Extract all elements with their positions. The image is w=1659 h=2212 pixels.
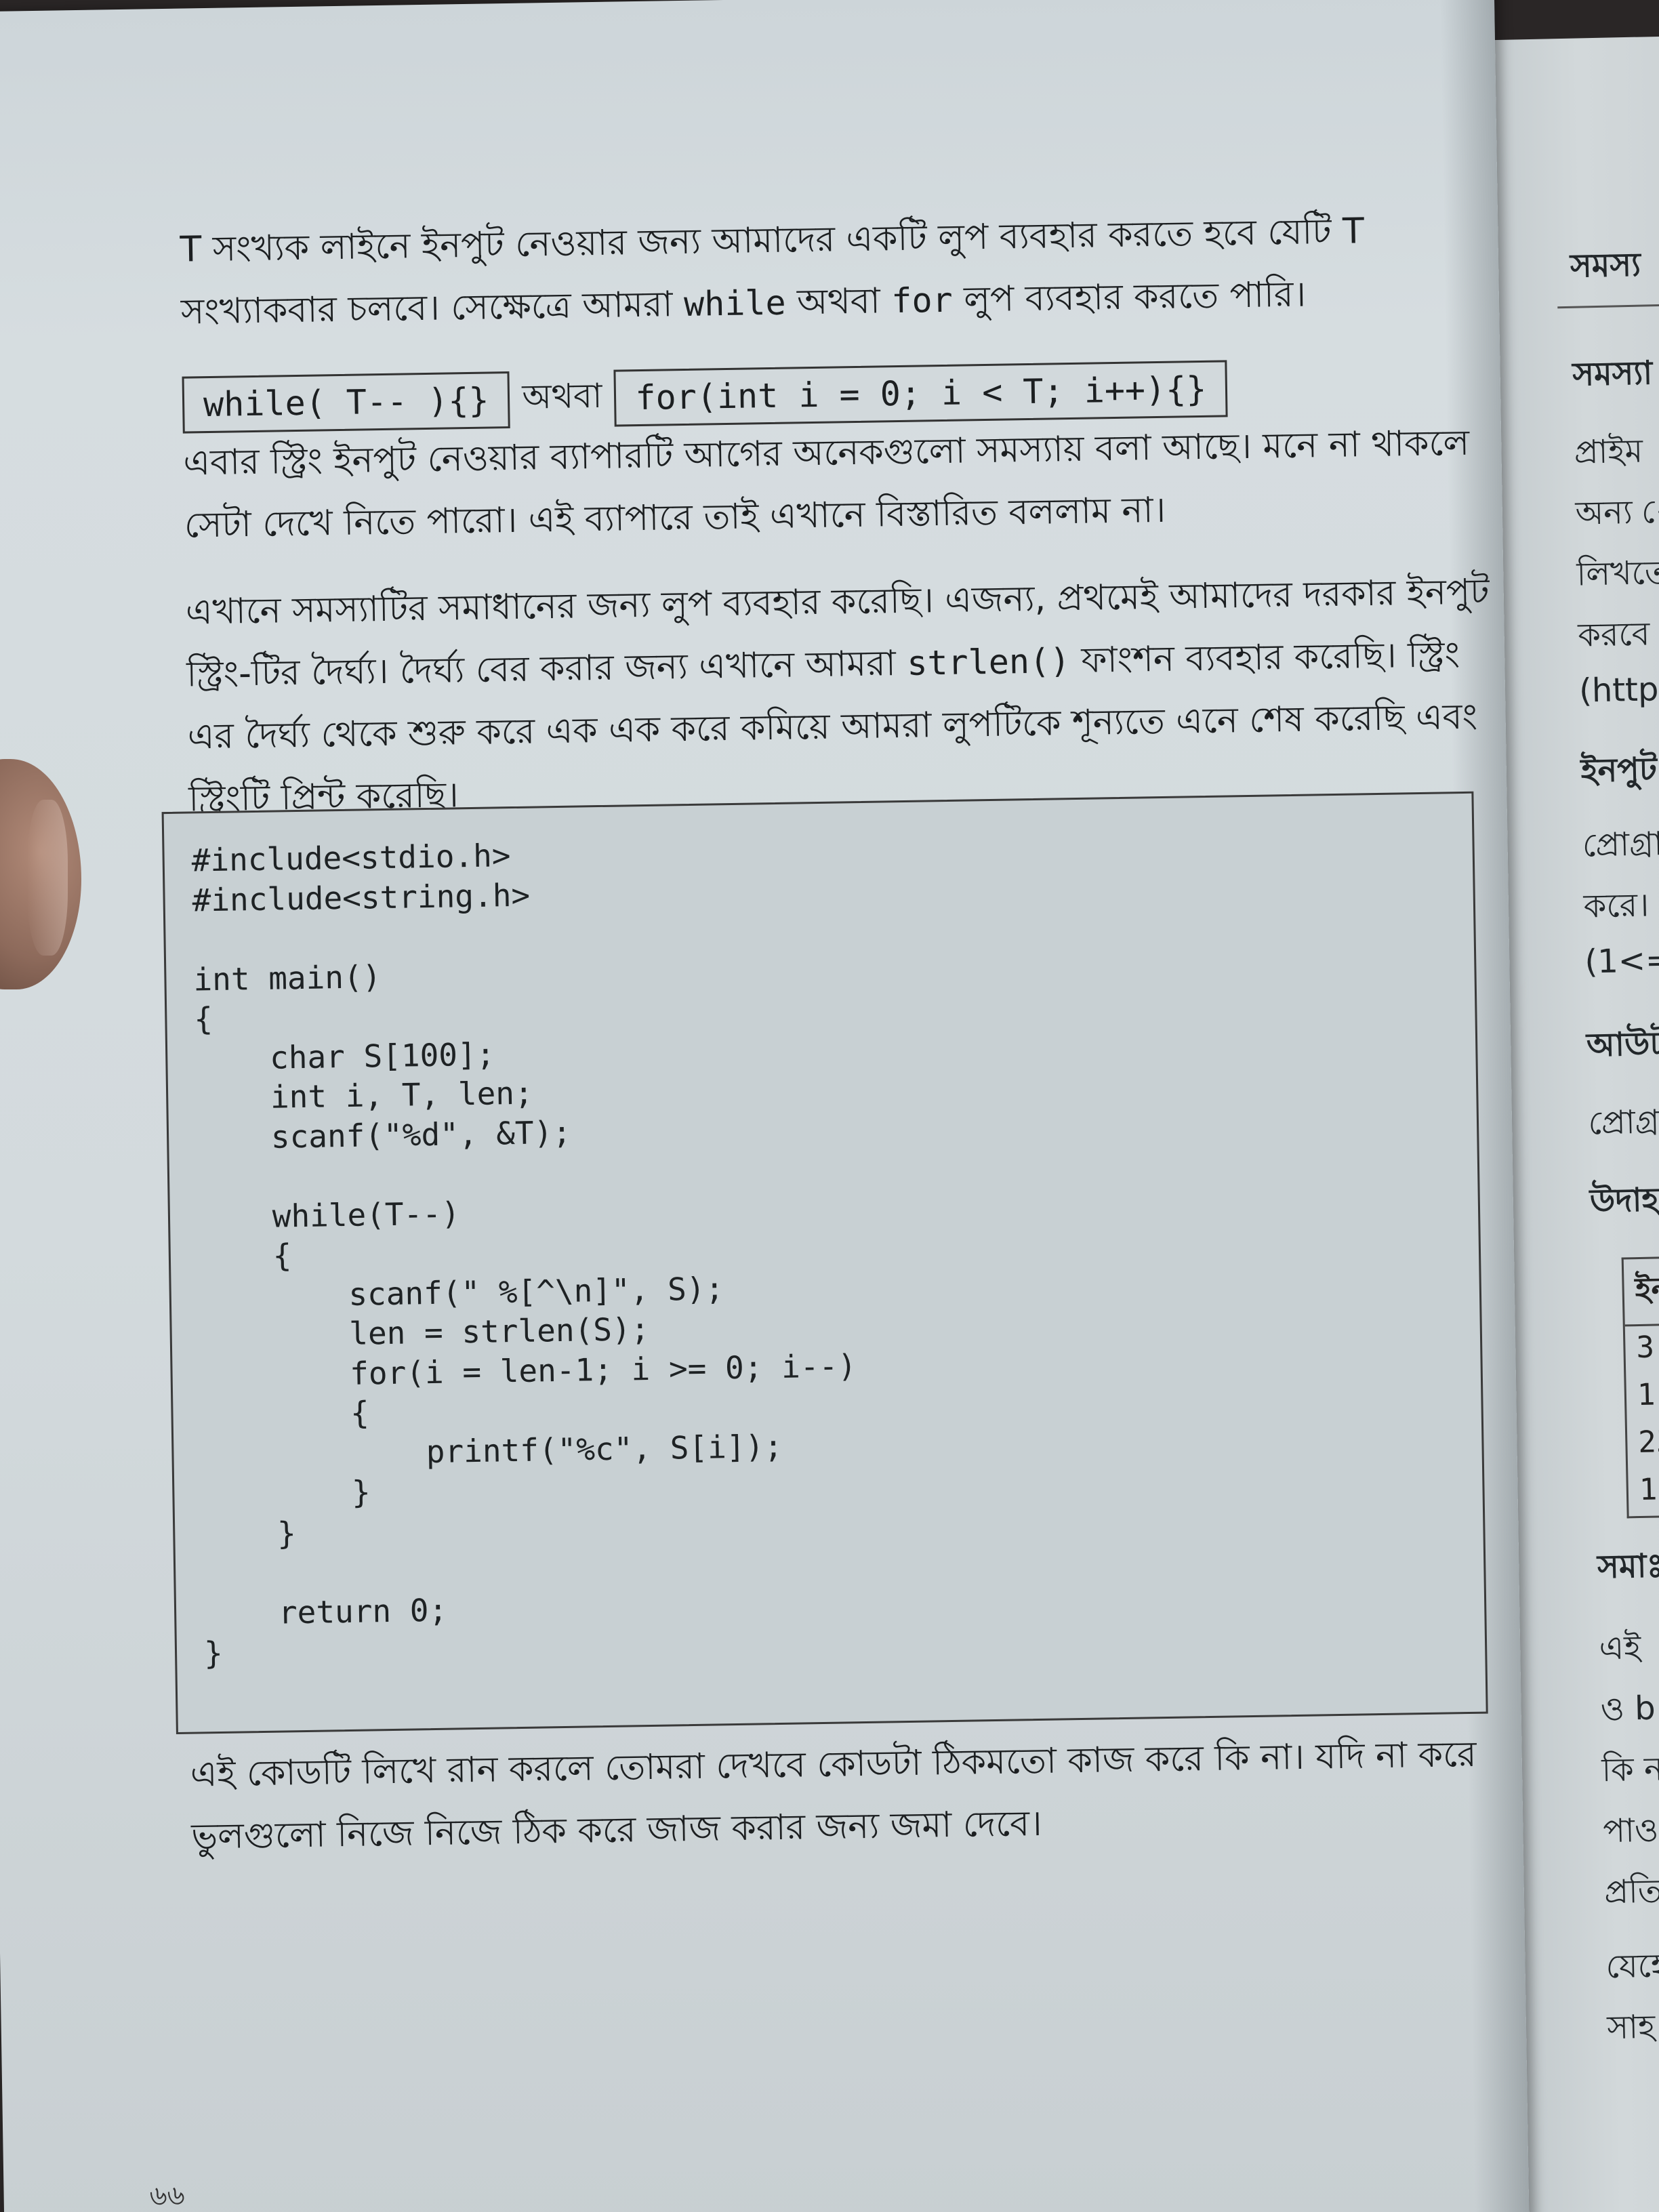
photo-scene: সমস্য সমস্যা প্রাইম অন্য ে লিখতে করবে (h… [0, 0, 1659, 2212]
while-loop-box: while( T-- ){} [182, 371, 511, 434]
page-number: ৬৬ [149, 2179, 186, 2212]
string-input-paragraph: এবার স্ট্রিং ইনপুট নেওয়ার ব্যাপারটি আগে… [183, 412, 1473, 557]
facing-text-line: লিখতে [1576, 553, 1659, 594]
facing-text-line: প্রোগ্রা [1582, 825, 1659, 865]
thumb-highlight [27, 800, 68, 956]
facing-text-line: অন্য ে [1575, 492, 1659, 533]
facing-text-line: (http [1578, 670, 1659, 710]
inline-code-for: for [890, 280, 954, 321]
or-word: অথবা [522, 375, 602, 417]
facing-text-line: করবে [1577, 615, 1650, 655]
facing-text-line: (1<= [1584, 941, 1659, 981]
facing-text-line: পাও [1602, 1811, 1659, 1851]
table-cell: 1 [1637, 1377, 1656, 1413]
code-listing: #include<stdio.h> #include<string.h> int… [191, 837, 857, 1672]
intro-text: সংখ্যাকবার চলবে। সেক্ষেত্রে আমরা [180, 283, 684, 333]
facing-section-heading: সমস্যা [1572, 354, 1653, 394]
table-header: ইন [1623, 1256, 1659, 1327]
intro-text: লুপ ব্যবহার করতে পারি। [952, 274, 1307, 321]
explanation-text: ফাংশন ব্যবহার করেছি। স্ট্রিং [1069, 634, 1460, 682]
intro-paragraph: T সংখ্যক লাইনে ইনপুট নেওয়ার জন্য আমাদের… [180, 199, 1469, 344]
facing-text-line: সাহ [1606, 2007, 1656, 2047]
inline-code-while: while [683, 283, 787, 324]
facing-example-table: ইন 3 1 25 12 [1621, 1254, 1659, 1519]
table-cell: 25 [1637, 1424, 1659, 1460]
facing-example-heading: উদাহ [1589, 1181, 1659, 1221]
facing-text-line: ও b [1600, 1689, 1656, 1729]
intro-text: অথবা [785, 281, 892, 323]
explanation-paragraph: এখানে সমস্যাটির সমাধানের জন্য লুপ ব্যবহা… [185, 561, 1490, 831]
facing-text-line: এই [1599, 1629, 1641, 1668]
facing-output-heading: আউট [1586, 1025, 1659, 1065]
facing-input-heading: ইনপুট [1580, 750, 1658, 790]
facing-text-line: যেহে [1605, 1946, 1659, 1986]
inline-code-strlen: strlen() [906, 641, 1071, 683]
explanation-text: স্ট্রিং-টির দৈর্ঘ্য। দৈর্ঘ্য বের করার জন… [186, 642, 907, 695]
book-page: T সংখ্যক লাইনে ইনপুট নেওয়ার জন্য আমাদের… [0, 0, 1530, 2212]
table-cell: 3 [1635, 1330, 1655, 1366]
facing-page-title: সমস্য [1570, 245, 1641, 285]
facing-solution-heading: সমাঃ [1597, 1547, 1659, 1586]
closing-paragraph: এই কোডটি লিখে রান করলে তোমরা দেখবে কোডটা… [190, 1723, 1479, 1868]
facing-text-line: প্রাইম [1574, 432, 1643, 472]
facing-text-line: করে। [1583, 886, 1650, 926]
title-rule [1557, 302, 1659, 309]
table-cell: 12 [1639, 1471, 1659, 1508]
facing-text-line: প্রোগ্র [1587, 1103, 1659, 1143]
code-listing-box: #include<stdio.h> #include<string.h> int… [161, 791, 1488, 1734]
facing-text-line: প্রতি [1603, 1872, 1659, 1912]
facing-text-line: কি ন [1601, 1750, 1659, 1790]
